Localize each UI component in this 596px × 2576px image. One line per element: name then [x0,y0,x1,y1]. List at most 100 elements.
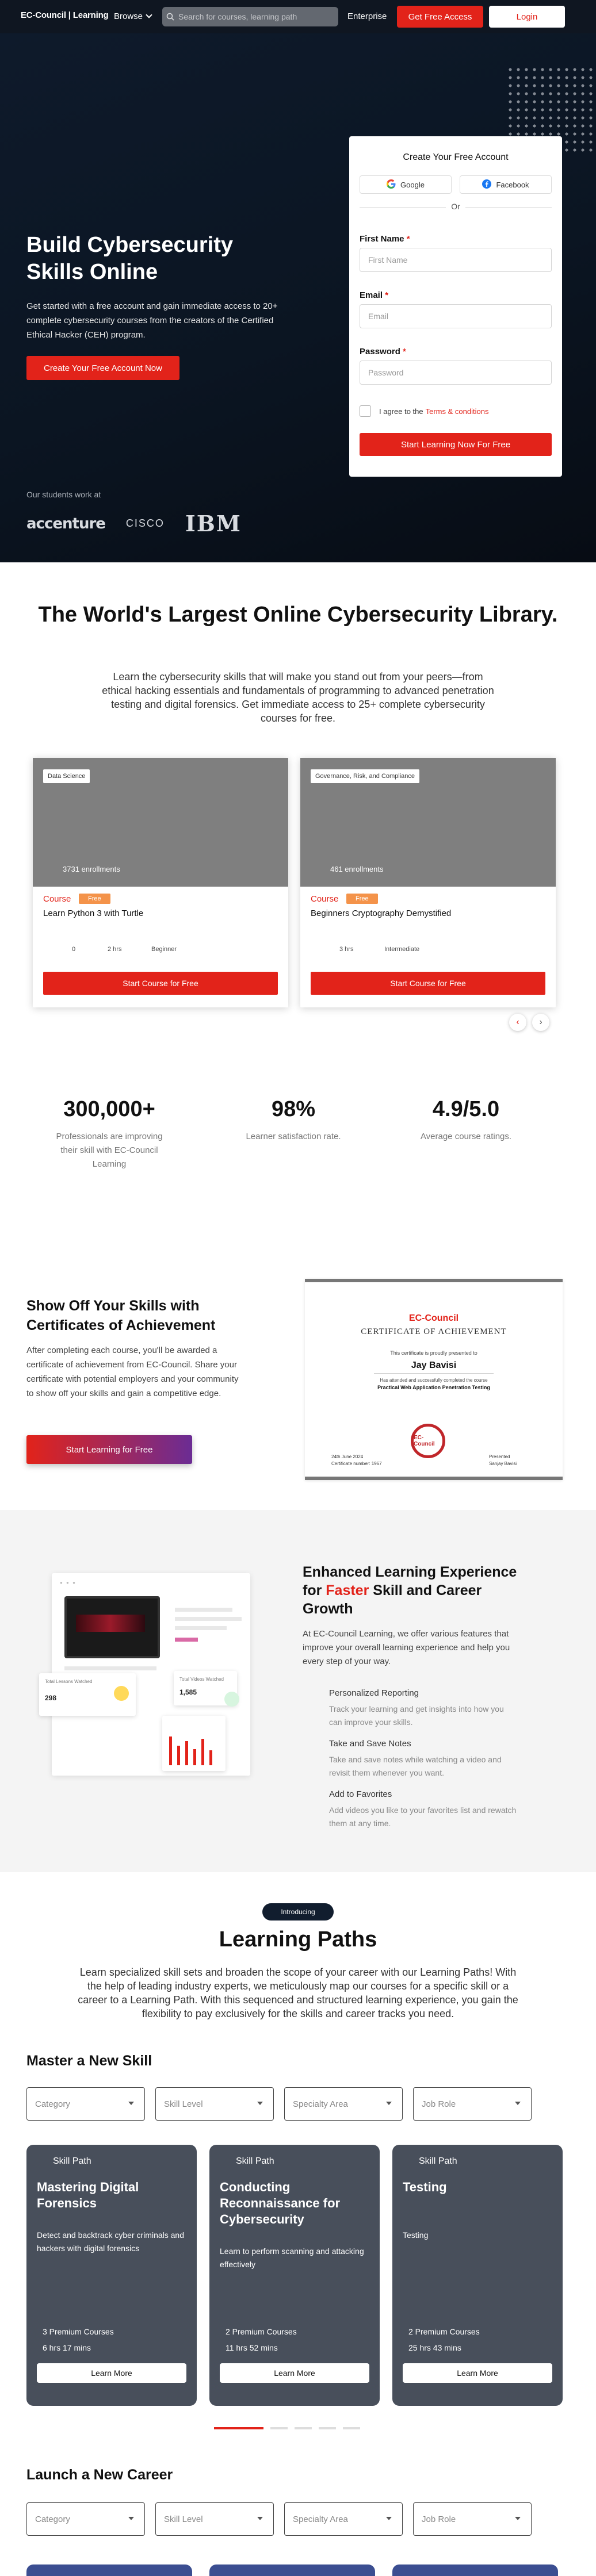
stat-ratings: 4.9/5.0 Average course ratings. [397,1097,535,1144]
master-skill-heading: Master a New Skill [26,2053,152,2069]
search-bar[interactable] [162,7,338,26]
stat-value: 300,000+ [63,1097,155,1121]
chevron-down-icon [386,2517,392,2520]
certificate-section-title: Show Off Your Skills with Certificates o… [26,1298,216,1333]
facebook-signin-button[interactable]: Facebook [460,175,552,194]
course-title[interactable]: Beginners Cryptography Demystified [311,908,451,918]
category-select[interactable]: Category [26,2502,145,2536]
laptop-screen [64,1596,160,1658]
course-level: Beginner [151,946,177,953]
start-course-button[interactable]: Start Course for Free [43,972,278,995]
course-category-tag: Governance, Risk, and Compliance [311,769,420,783]
email-field[interactable] [360,304,552,328]
path-title: Conducting Reconnaissance for Cybersecur… [220,2180,341,2226]
browse-menu[interactable]: Browse [114,12,152,21]
category-select[interactable]: Category [26,2087,145,2121]
course-card[interactable]: Governance, Risk, and Compliance 461 enr… [300,758,556,1007]
smile-icon [114,1686,129,1701]
path-kind: Skill Path [53,2156,91,2166]
logo[interactable]: EC-Council | Learning [21,10,109,20]
chevron-down-icon [386,2102,392,2105]
certificate-date: 24th June 2024 Certificate number: 1967 [331,1454,382,1466]
dashboard-mockup: ● ● ● Total Lessons Watched 298 Total Vi… [39,1573,250,1776]
terms-checkbox[interactable] [360,405,371,417]
path-kind: Skill Path [419,2156,457,2166]
job-role-select[interactable]: Job Role [413,2087,532,2121]
ibm-logo: IBM [185,511,242,536]
learn-more-button[interactable]: Learn More [220,2363,369,2383]
certificate-brand: EC-Council [408,1313,459,1323]
learn-more-button[interactable]: Learn More [37,2363,186,2383]
course-duration: 3 hrs [339,946,354,953]
start-learning-submit-button[interactable]: Start Learning Now For Free [360,433,552,456]
certificate-heading: CERTIFICATE OF ACHIEVEMENT [361,1327,507,1336]
get-free-access-button[interactable]: Get Free Access [397,6,483,28]
specialty-area-select[interactable]: Specialty Area [284,2087,403,2121]
google-signin-button[interactable]: Google [360,175,452,194]
cisco-logo: CISCO [125,518,165,529]
path-courses: 3 Premium Courses [43,2327,114,2336]
chevron-down-icon [128,2102,134,2105]
terms-link[interactable]: Terms & conditions [426,407,489,416]
placeholder-line [175,1608,232,1612]
course-title[interactable]: Learn Python 3 with Turtle [43,908,143,918]
stat-label: Professionals are improving their skill … [56,1132,163,1169]
search-icon [162,7,178,26]
skill-level-select[interactable]: Skill Level [155,2502,274,2536]
login-button[interactable]: Login [489,6,565,28]
certificate-divider [374,1373,494,1374]
certificate-presented-text: This certificate is proudly presented to [390,1350,477,1356]
create-account-button[interactable]: Create Your Free Account Now [26,356,179,380]
first-name-field[interactable] [360,248,552,272]
lessons-value: 298 [45,1694,57,1702]
career-path-card[interactable] [26,2564,192,2576]
pager-dot[interactable] [343,2427,360,2429]
skill-level-select[interactable]: Skill Level [155,2087,274,2121]
skill-path-card[interactable]: Skill Path Testing Testing 2 Premium Cou… [392,2145,563,2406]
path-desc: Testing [403,2230,429,2240]
path-duration: 25 hrs 43 mins [408,2343,461,2352]
accenture-logo: accenture [26,515,106,532]
stat-label: Learner satisfaction rate. [246,1132,341,1141]
pager-dot[interactable] [319,2427,336,2429]
feature-title: Personalized Reporting [329,1688,419,1698]
pager-dot[interactable] [295,2427,312,2429]
or-divider: Or [360,202,552,211]
learn-more-button[interactable]: Learn More [403,2363,552,2383]
feature-item: Add to Favorites Add videos you like to … [329,1789,519,1830]
enterprise-link[interactable]: Enterprise [347,12,387,21]
stat-professionals: 300,000+ Professionals are improving the… [52,1097,167,1171]
terms-agreement: I agree to the Terms & conditions [360,405,488,417]
search-input[interactable] [178,12,328,21]
pager-dot-active[interactable] [214,2427,263,2429]
skill-path-card[interactable]: Skill Path Mastering Digital Forensics D… [26,2145,197,2406]
launch-career-heading: Launch a New Career [26,2467,173,2483]
job-role-select[interactable]: Job Role [413,2502,532,2536]
carousel-next-button[interactable]: › [532,1014,549,1031]
course-lessons: 0 [72,946,76,953]
carousel-pager [214,2427,360,2429]
carousel-prev-button[interactable]: ‹ [509,1014,526,1031]
start-course-button[interactable]: Start Course for Free [311,972,545,995]
feature-item: Personalized Reporting Track your learni… [329,1688,519,1729]
path-courses: 2 Premium Courses [408,2327,480,2336]
lessons-widget: Total Lessons Watched 298 [39,1673,136,1716]
placeholder-line [175,1617,242,1621]
facebook-label: Facebook [496,180,529,189]
chart-widget [162,1716,226,1771]
company-logos: accenture CISCO IBM [26,511,242,536]
career-path-card[interactable] [392,2564,558,2576]
start-learning-button[interactable]: Start Learning for Free [26,1435,192,1464]
features-text: At EC-Council Learning, we offer various… [303,1629,510,1666]
course-type: Course [311,894,339,904]
specialty-area-select[interactable]: Specialty Area [284,2502,403,2536]
stat-value: 4.9/5.0 [432,1097,500,1121]
pager-dot[interactable] [270,2427,288,2429]
career-path-card[interactable] [209,2564,375,2576]
password-field[interactable] [360,361,552,385]
skill-path-card[interactable]: Skill Path Conducting Reconnaissance for… [209,2145,380,2406]
chevron-down-icon [146,12,152,18]
feature-desc: Add videos you like to your favorites li… [329,1805,517,1828]
free-badge: Free [346,894,378,904]
course-card[interactable]: Data Science 3731 enrollments Course Fre… [33,758,288,1007]
